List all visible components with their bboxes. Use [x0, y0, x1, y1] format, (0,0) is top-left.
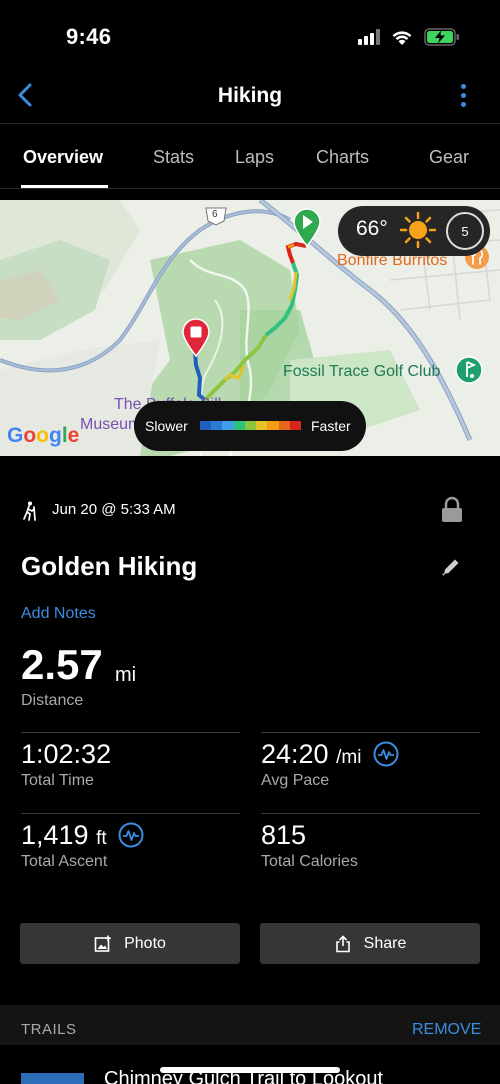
tab-bar: Overview Stats Laps Charts Gear [0, 125, 500, 189]
cellular-signal-icon [358, 29, 382, 45]
total-ascent-unit: ft [96, 828, 107, 849]
avg-pace-unit: /mi [336, 747, 362, 768]
total-time-label: Total Time [21, 772, 94, 789]
speed-color-segment [289, 421, 301, 430]
trail-thumbnail [21, 1073, 84, 1084]
total-ascent-value: 1,419 [21, 820, 89, 850]
more-options-icon[interactable] [452, 82, 476, 110]
sun-icon [399, 211, 437, 249]
lock-icon[interactable] [440, 496, 464, 524]
speed-faster-label: Faster [311, 418, 351, 434]
share-button[interactable]: Share [260, 923, 480, 964]
distance-unit: mi [115, 664, 137, 686]
activity-date: Jun 20 @ 5:33 AM [52, 501, 176, 518]
speed-color-segment [267, 421, 279, 430]
stat-total-calories: 815 Total Calories [261, 813, 480, 883]
hiking-icon [23, 501, 36, 521]
total-calories-label: Total Calories [261, 853, 358, 870]
total-ascent-label: Total Ascent [21, 853, 108, 870]
tab-stats[interactable]: Stats [153, 147, 194, 168]
page-title: Hiking [217, 84, 283, 107]
stat-total-time: 1:02:32 Total Time [21, 732, 240, 802]
speed-color-segment [233, 421, 245, 430]
weather-temperature: 66° [356, 217, 388, 240]
status-time: 9:46 [66, 24, 112, 49]
speed-color-segment [222, 421, 234, 430]
activity-name: Golden Hiking [21, 551, 198, 581]
distance-value: 2.57 [21, 641, 103, 688]
total-time-value: 1:02:32 [21, 739, 112, 769]
museum-label: Museum [80, 416, 142, 433]
wifi-icon [392, 31, 412, 45]
stat-avg-pace[interactable]: 24:20 /mi Avg Pace [261, 732, 480, 802]
golf-club-label: Fossil Trace Golf Club [283, 363, 441, 380]
active-tab-indicator [21, 185, 108, 188]
road-number-label: 6 [212, 209, 218, 220]
speed-color-segment [256, 421, 268, 430]
avg-pace-value: 24:20 [261, 739, 329, 769]
stat-total-ascent[interactable]: 1,419 ft Total Ascent [21, 813, 240, 883]
avg-pace-label: Avg Pace [261, 772, 330, 789]
remove-trail-button[interactable]: REMOVE [412, 1021, 481, 1039]
distance-label: Distance [21, 692, 84, 709]
speed-color-scale [200, 421, 301, 430]
speed-slower-label: Slower [145, 418, 188, 434]
share-icon [335, 934, 350, 952]
photo-label: Photo [124, 934, 166, 952]
status-bar: 9:46 [0, 0, 500, 70]
total-calories-value: 815 [261, 820, 307, 850]
wind-speed-indicator: 5 [446, 212, 484, 250]
add-photo-button[interactable]: Photo [20, 923, 240, 964]
speed-color-segment [244, 421, 257, 430]
home-indicator[interactable] [160, 1067, 340, 1073]
speed-color-segment [211, 421, 223, 430]
trails-title: TRAILS [21, 1021, 77, 1038]
tab-charts[interactable]: Charts [316, 147, 369, 168]
golf-icon [455, 356, 483, 384]
end-marker-icon [182, 318, 210, 358]
start-marker-icon [293, 208, 321, 248]
tab-laps[interactable]: Laps [235, 147, 274, 168]
google-logo: Google [7, 424, 80, 447]
share-label: Share [363, 934, 407, 952]
battery-charging-icon [424, 28, 459, 46]
add-notes-link[interactable]: Add Notes [21, 605, 96, 623]
tab-gear[interactable]: Gear [429, 147, 469, 168]
tab-overview[interactable]: Overview [23, 147, 103, 168]
speed-color-segment [278, 421, 290, 430]
edit-pencil-icon[interactable] [440, 556, 462, 578]
pace-chart-icon[interactable] [373, 741, 399, 767]
elevation-chart-icon[interactable] [118, 822, 144, 848]
nav-bar: Hiking [0, 70, 500, 124]
speed-color-segment [200, 421, 212, 430]
add-photo-icon [94, 935, 111, 952]
